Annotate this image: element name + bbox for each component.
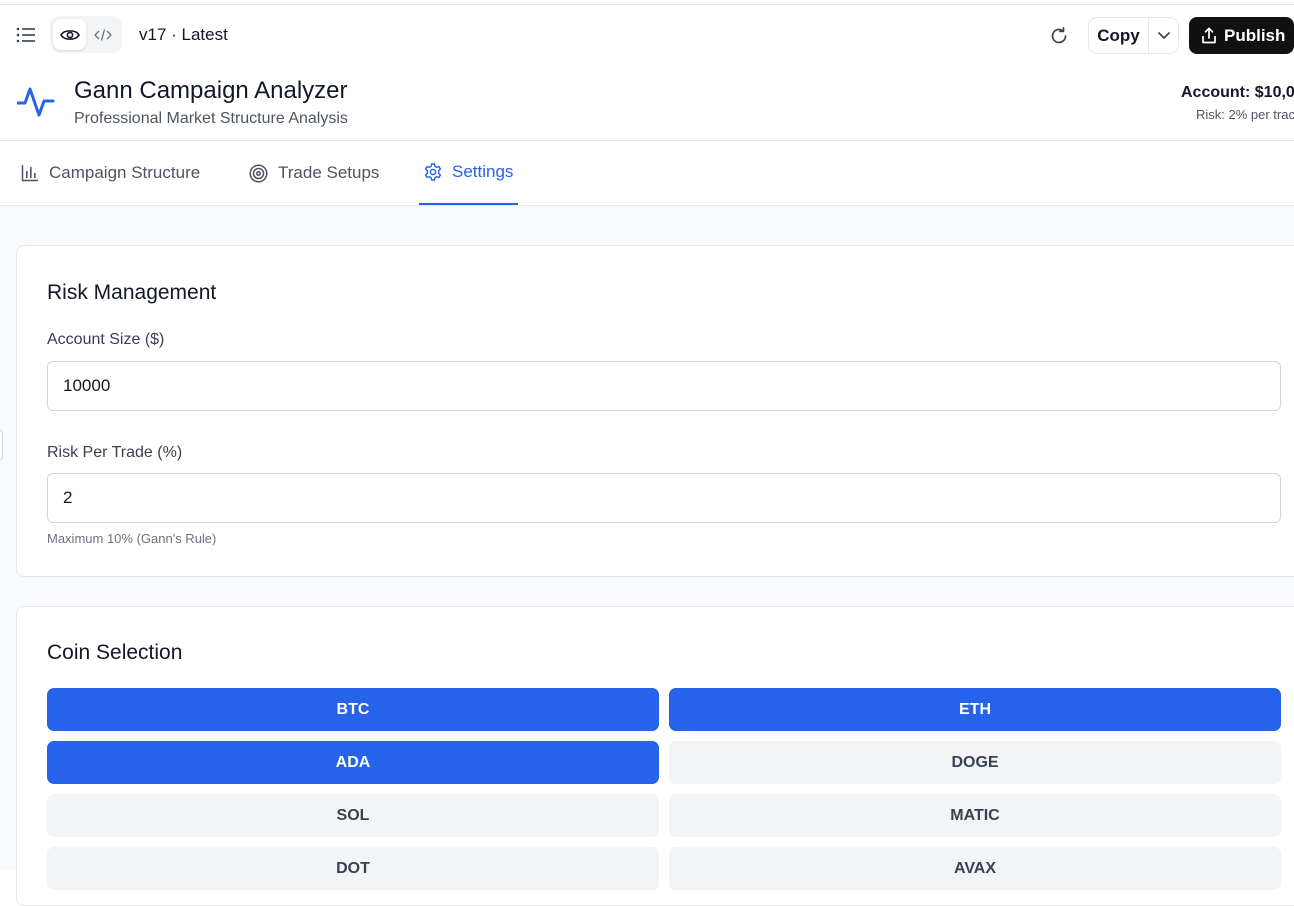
tab-label: Trade Setups <box>278 163 380 182</box>
coin-toggle-dot[interactable]: DOT <box>47 847 659 890</box>
refresh-icon[interactable] <box>1046 23 1072 49</box>
bar-chart-icon <box>21 165 38 182</box>
tab-trade-setups[interactable]: Trade Setups <box>249 141 379 205</box>
coin-toggle-sol[interactable]: SOL <box>47 794 659 837</box>
coin-toggle-matic[interactable]: MATIC <box>669 794 1281 837</box>
settings-panel: Risk Management Account Size ($) Risk Pe… <box>0 206 1294 906</box>
risk-management-card: Risk Management Account Size ($) Risk Pe… <box>16 245 1294 577</box>
risk-per-trade-label: Risk Per Trade (%) <box>47 444 183 461</box>
tab-campaign-structure[interactable]: Campaign Structure <box>21 141 200 205</box>
publish-button[interactable]: Publish <box>1189 17 1294 54</box>
share-icon <box>1202 27 1216 44</box>
copy-button[interactable]: Copy <box>1089 18 1149 53</box>
resize-handle[interactable] <box>0 430 3 460</box>
gear-icon <box>424 163 442 181</box>
coin-toggle-doge[interactable]: DOGE <box>669 741 1281 784</box>
risk-per-trade-input[interactable] <box>47 473 1281 523</box>
coin-toggle-eth[interactable]: ETH <box>669 688 1281 731</box>
tab-label: Campaign Structure <box>49 163 201 182</box>
tab-settings[interactable]: Settings <box>419 141 519 205</box>
account-size-label: Account Size ($) <box>47 331 165 348</box>
menu-icon[interactable] <box>14 23 38 47</box>
coin-toggle-btc[interactable]: BTC <box>47 688 659 731</box>
page-subtitle: Professional Market Structure Analysis <box>74 110 348 127</box>
publish-label: Publish <box>1224 25 1286 45</box>
page-title: Gann Campaign Analyzer <box>74 77 348 104</box>
tab-bar: Campaign Structure Trade Setups Settings <box>0 141 1294 206</box>
copy-button-group: Copy <box>1088 17 1179 54</box>
account-size-input[interactable] <box>47 361 1281 411</box>
code-icon[interactable] <box>86 19 119 50</box>
view-mode-toggle <box>50 16 122 53</box>
account-balance: Account: $10,00 <box>1181 84 1294 101</box>
coin-toggle-avax[interactable]: AVAX <box>669 847 1281 890</box>
section-title: Risk Management <box>47 281 217 304</box>
coin-selection-card: Coin Selection BTC ETH ADA DOGE SOL MATIC DOT A… <box>16 606 1294 906</box>
risk-hint: Maximum 10% (Gann's Rule) <box>47 531 217 546</box>
tab-label: Settings <box>452 162 514 181</box>
risk-summary: Risk: 2% per trac <box>1196 107 1294 122</box>
section-title: Coin Selection <box>47 641 183 664</box>
top-toolbar: v17 · Latest Copy Publish <box>0 4 1294 64</box>
chevron-down-icon[interactable] <box>1149 18 1178 53</box>
activity-pulse-icon <box>16 82 55 120</box>
version-label: v17 · Latest <box>139 25 228 44</box>
coin-toggle-ada[interactable]: ADA <box>47 741 659 784</box>
target-icon <box>249 163 268 183</box>
app-header: Gann Campaign Analyzer Professional Mark… <box>0 64 1294 141</box>
preview-eye-icon[interactable] <box>53 19 86 50</box>
